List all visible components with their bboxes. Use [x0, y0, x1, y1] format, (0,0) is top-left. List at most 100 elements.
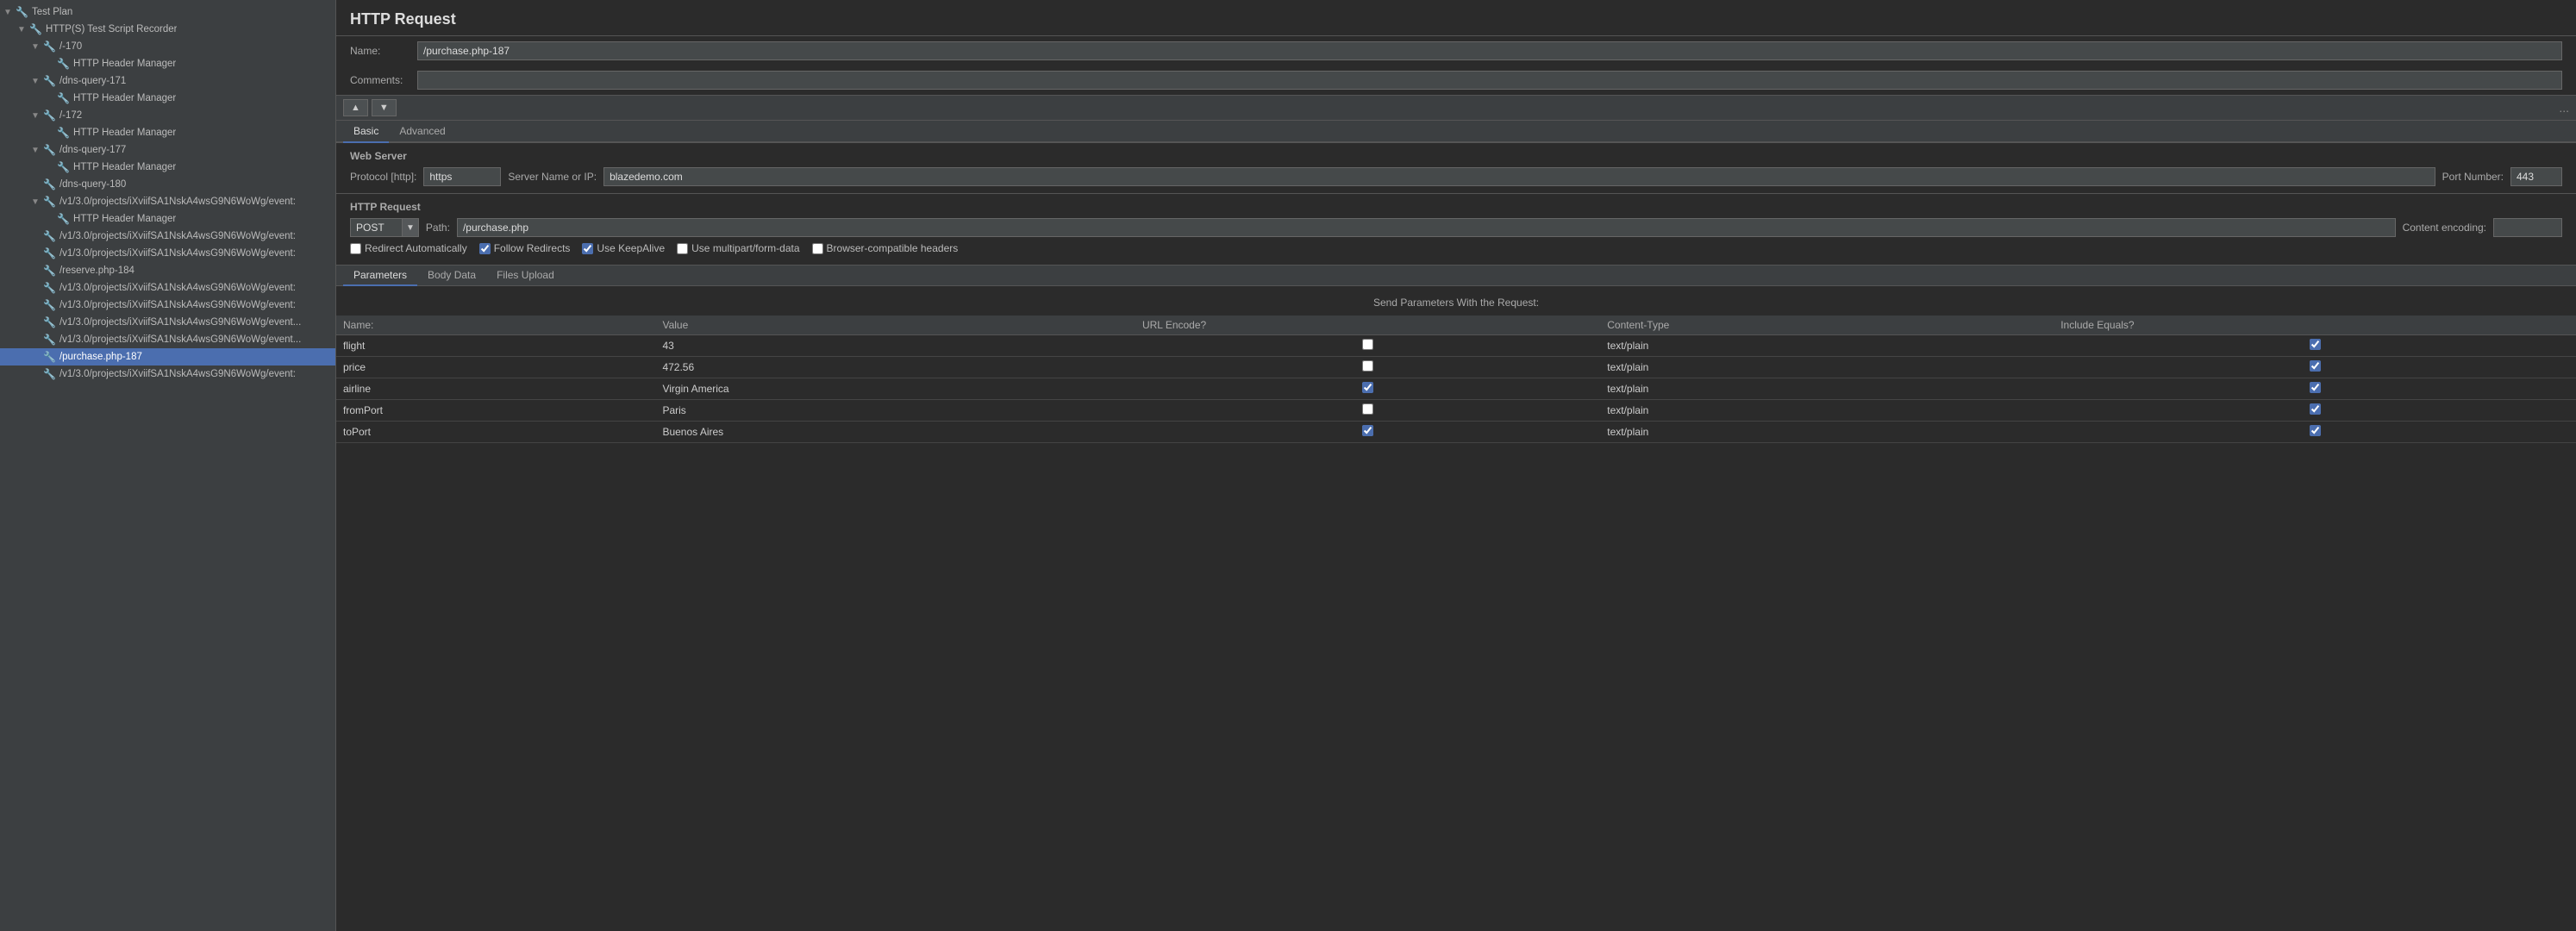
table-row: toPort Buenos Aires text/plain: [336, 422, 2576, 443]
sidebar-item-item-170-header[interactable]: 🔧HTTP Header Manager: [0, 55, 335, 72]
sidebar-item-test-plan[interactable]: ▼🔧Test Plan: [0, 3, 335, 21]
sub-tabs: Parameters Body Data Files Upload: [336, 266, 2576, 286]
sidebar-item-item-dns-177[interactable]: ▼🔧/dns-query-177: [0, 141, 335, 159]
comments-input[interactable]: [417, 71, 2562, 90]
param-include-equals-1[interactable]: [2054, 357, 2576, 378]
param-include-equals-2[interactable]: [2054, 378, 2576, 400]
browser-compat-checkbox[interactable]: Browser-compatible headers: [812, 242, 959, 254]
keepalive-input[interactable]: [582, 243, 593, 254]
param-url-encode-1[interactable]: [1135, 357, 1600, 378]
server-row: Protocol [http]: Server Name or IP: Port…: [350, 167, 2562, 186]
expand-arrow[interactable]: ▼: [31, 146, 43, 155]
param-content-type-1: text/plain: [1600, 357, 2054, 378]
item-icon: 🔧: [43, 368, 56, 380]
sidebar-item-item-dns-171-header[interactable]: 🔧HTTP Header Manager: [0, 90, 335, 107]
sidebar-item-label: HTTP Header Manager: [73, 59, 176, 69]
expand-arrow[interactable]: ▼: [31, 77, 43, 86]
table-row: price 472.56 text/plain: [336, 357, 2576, 378]
params-section: Send Parameters With the Request: Name: …: [336, 286, 2576, 931]
item-icon: 🔧: [43, 196, 56, 208]
sidebar-item-item-event7[interactable]: 🔧/v1/3.0/projects/iXviifSA1NskA4wsG9N6Wo…: [0, 331, 335, 348]
item-icon: 🔧: [43, 299, 56, 311]
expand-arrow[interactable]: ▼: [31, 42, 43, 52]
sidebar-item-item-event8[interactable]: 🔧/v1/3.0/projects/iXviifSA1NskA4wsG9N6Wo…: [0, 366, 335, 383]
toolbar: ▲ ▼ ...: [336, 95, 2576, 121]
server-name-input[interactable]: [603, 167, 2435, 186]
param-value-1: 472.56: [655, 357, 1135, 378]
params-header: Send Parameters With the Request:: [336, 293, 2576, 316]
param-content-type-4: text/plain: [1600, 422, 2054, 443]
param-include-equals-3[interactable]: [2054, 400, 2576, 422]
main-tabs: Basic Advanced: [336, 121, 2576, 143]
sidebar-item-item-event1-header[interactable]: 🔧HTTP Header Manager: [0, 210, 335, 228]
sidebar-item-item-dns-180[interactable]: 🔧/dns-query-180: [0, 176, 335, 193]
param-url-encode-4[interactable]: [1135, 422, 1600, 443]
redirect-auto-label: Redirect Automatically: [365, 242, 467, 254]
method-select[interactable]: POST GET PUT DELETE: [350, 218, 402, 237]
expand-arrow[interactable]: ▼: [3, 8, 16, 17]
sidebar-item-item-reserve[interactable]: 🔧/reserve.php-184: [0, 262, 335, 279]
content-enc-input[interactable]: [2493, 218, 2562, 237]
path-input[interactable]: [457, 218, 2396, 237]
sidebar-item-item-170[interactable]: ▼🔧/-170: [0, 38, 335, 55]
http-method-row: POST GET PUT DELETE ▼ Path: Content enco…: [350, 218, 2562, 237]
more-options[interactable]: ...: [2559, 101, 2569, 115]
item-icon: 🔧: [57, 213, 70, 225]
keepalive-checkbox[interactable]: Use KeepAlive: [582, 242, 665, 254]
param-name-2: airline: [336, 378, 655, 400]
sidebar-item-item-event3[interactable]: 🔧/v1/3.0/projects/iXviifSA1NskA4wsG9N6Wo…: [0, 245, 335, 262]
param-include-equals-0[interactable]: [2054, 335, 2576, 357]
sidebar-item-item-purchase[interactable]: 🔧/purchase.php-187: [0, 348, 335, 366]
tab-files-upload[interactable]: Files Upload: [486, 266, 565, 286]
sidebar-item-item-dns-177-header[interactable]: 🔧HTTP Header Manager: [0, 159, 335, 176]
item-icon: 🔧: [16, 6, 28, 18]
item-icon: 🔧: [43, 109, 56, 122]
param-url-encode-2[interactable]: [1135, 378, 1600, 400]
sidebar-item-item-event6[interactable]: 🔧/v1/3.0/projects/iXviifSA1NskA4wsG9N6Wo…: [0, 314, 335, 331]
param-include-equals-4[interactable]: [2054, 422, 2576, 443]
item-icon: 🔧: [43, 144, 56, 156]
params-table: Name: Value URL Encode? Content-Type Inc…: [336, 316, 2576, 443]
sidebar-item-item-172[interactable]: ▼🔧/-172: [0, 107, 335, 124]
up-button[interactable]: ▲: [343, 99, 368, 116]
redirect-auto-input[interactable]: [350, 243, 361, 254]
sidebar-item-item-event4[interactable]: 🔧/v1/3.0/projects/iXviifSA1NskA4wsG9N6Wo…: [0, 279, 335, 297]
item-icon: 🔧: [43, 351, 56, 363]
web-server-title: Web Server: [350, 150, 2562, 162]
protocol-label: Protocol [http]:: [350, 171, 416, 183]
expand-arrow[interactable]: ▼: [31, 111, 43, 121]
table-row: airline Virgin America text/plain: [336, 378, 2576, 400]
param-url-encode-0[interactable]: [1135, 335, 1600, 357]
panel-title: HTTP Request: [336, 0, 2576, 36]
param-name-1: price: [336, 357, 655, 378]
follow-redirects-checkbox[interactable]: Follow Redirects: [479, 242, 571, 254]
tab-advanced[interactable]: Advanced: [389, 121, 455, 143]
sidebar-item-item-event2[interactable]: 🔧/v1/3.0/projects/iXviifSA1NskA4wsG9N6Wo…: [0, 228, 335, 245]
port-input[interactable]: [2510, 167, 2562, 186]
multipart-checkbox[interactable]: Use multipart/form-data: [677, 242, 799, 254]
expand-arrow[interactable]: ▼: [17, 25, 29, 34]
item-icon: 🔧: [43, 178, 56, 191]
sidebar-item-item-event5[interactable]: 🔧/v1/3.0/projects/iXviifSA1NskA4wsG9N6Wo…: [0, 297, 335, 314]
sidebar-item-item-172-header[interactable]: 🔧HTTP Header Manager: [0, 124, 335, 141]
protocol-input[interactable]: [423, 167, 501, 186]
sidebar-item-item-dns-171[interactable]: ▼🔧/dns-query-171: [0, 72, 335, 90]
multipart-input[interactable]: [677, 243, 688, 254]
tab-parameters[interactable]: Parameters: [343, 266, 417, 286]
tab-body-data[interactable]: Body Data: [417, 266, 486, 286]
sidebar-item-item-event1[interactable]: ▼🔧/v1/3.0/projects/iXviifSA1NskA4wsG9N6W…: [0, 193, 335, 210]
follow-redirects-input[interactable]: [479, 243, 491, 254]
redirect-auto-checkbox[interactable]: Redirect Automatically: [350, 242, 467, 254]
name-input[interactable]: [417, 41, 2562, 60]
expand-arrow[interactable]: ▼: [31, 197, 43, 207]
sidebar-item-label: /v1/3.0/projects/iXviifSA1NskA4wsG9N6WoW…: [59, 231, 296, 241]
param-url-encode-3[interactable]: [1135, 400, 1600, 422]
item-icon: 🔧: [43, 316, 56, 328]
browser-compat-input[interactable]: [812, 243, 823, 254]
item-icon: 🔧: [57, 127, 70, 139]
sidebar-item-label: /v1/3.0/projects/iXviifSA1NskA4wsG9N6WoW…: [59, 283, 296, 293]
sidebar-item-http-recorder[interactable]: ▼🔧HTTP(S) Test Script Recorder: [0, 21, 335, 38]
tab-basic[interactable]: Basic: [343, 121, 389, 143]
down-button[interactable]: ▼: [372, 99, 397, 116]
method-dropdown-btn[interactable]: ▼: [402, 218, 419, 237]
